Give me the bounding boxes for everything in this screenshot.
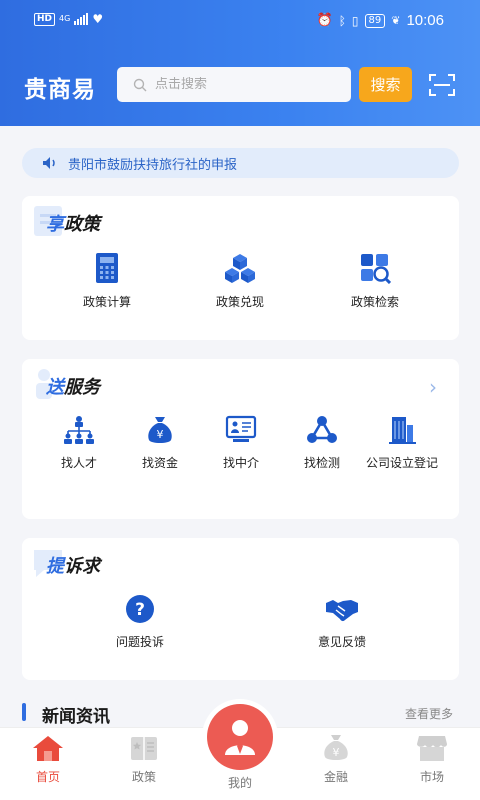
search-box[interactable]: [117, 67, 351, 102]
search-icon: [133, 78, 147, 91]
appeal-title: 提诉求: [46, 556, 100, 577]
home-icon: [33, 736, 63, 761]
appeal-card: 提诉求 ? 问题投诉 意见反馈: [22, 538, 459, 680]
search-input[interactable]: [155, 77, 335, 92]
tab-mine-label: 我的: [227, 776, 252, 790]
company-registration-button[interactable]: 公司设立登记: [362, 415, 442, 472]
tab-mine[interactable]: [207, 704, 273, 770]
building-icon: [389, 417, 416, 444]
money-bag-tab-icon: ¥: [324, 735, 348, 760]
app-brand: 贵商易: [24, 77, 96, 103]
signal-icon: [74, 13, 89, 25]
hd-icon: HD: [34, 12, 56, 26]
tab-finance[interactable]: ¥ 金融: [306, 734, 366, 785]
alarm-icon: ⏰: [316, 13, 333, 28]
book-icon: [131, 737, 157, 760]
bluetooth-icon: ᛒ: [338, 13, 346, 28]
leaf-icon: ❦: [391, 14, 401, 27]
speaker-icon: [43, 157, 55, 169]
network-type: 4G: [59, 14, 71, 23]
battery-level: 89: [364, 13, 386, 28]
news-title: 新闻资讯: [42, 707, 110, 727]
user-icon: [225, 720, 255, 755]
org-chart-icon: [64, 416, 94, 444]
feedback-button[interactable]: 意见反馈: [302, 594, 382, 651]
policy-search-icon: [361, 254, 391, 284]
policy-redeem-button[interactable]: 政策兑现: [200, 252, 280, 311]
money-bag-icon: ¥: [148, 417, 172, 443]
find-funding-button[interactable]: ¥ 找资金: [125, 415, 195, 472]
notice-bar[interactable]: 贵阳市鼓励扶持旅行社的申报: [22, 148, 459, 178]
svg-text:?: ?: [135, 600, 145, 620]
policy-card: 享政策 政策计算 政策兑现 政策检索: [22, 196, 459, 340]
handshake-icon: [326, 600, 358, 622]
policy-title: 享政策: [46, 214, 100, 235]
service-card: 送服务 › 找人才 ¥ 找资金 找中介 找检测 公司设立登记: [22, 359, 459, 519]
question-icon: ?: [126, 595, 154, 623]
heart-icon: ♥: [92, 12, 104, 26]
find-testing-button[interactable]: 找检测: [287, 415, 357, 472]
network-nodes-icon: [307, 416, 337, 443]
find-talent-button[interactable]: 找人才: [44, 415, 114, 472]
tab-policy[interactable]: 政策: [114, 734, 174, 785]
svg-text:¥: ¥: [333, 746, 340, 759]
header: HD 4G ♥ ⏰ ᛒ ▯ 89 ❦ 10:06 贵商易 搜索: [0, 0, 480, 126]
clock: 10:06: [406, 12, 444, 29]
presentation-icon: [225, 415, 257, 442]
service-title: 送服务: [46, 377, 100, 398]
scan-icon[interactable]: [429, 74, 455, 96]
find-agency-button[interactable]: 找中介: [206, 415, 276, 472]
policy-calc-button[interactable]: 政策计算: [67, 252, 147, 311]
shop-icon: [417, 736, 447, 761]
status-bar: HD 4G ♥ ⏰ ᛒ ▯ 89 ❦ 10:06: [0, 10, 480, 34]
search-button[interactable]: 搜索: [359, 67, 412, 102]
news-more-link[interactable]: 查看更多: [405, 705, 453, 722]
vibrate-icon: ▯: [351, 13, 359, 28]
tab-home[interactable]: 首页: [18, 734, 78, 785]
news-accent-bar: [22, 703, 26, 721]
cubes-icon: [225, 254, 255, 283]
tab-market[interactable]: 市场: [402, 734, 462, 785]
complaint-button[interactable]: ? 问题投诉: [100, 594, 180, 651]
policy-search-button[interactable]: 政策检索: [335, 252, 415, 311]
notice-text: 贵阳市鼓励扶持旅行社的申报: [68, 157, 238, 173]
svg-text:¥: ¥: [157, 428, 164, 441]
calculator-icon: [96, 253, 118, 283]
chevron-right-icon[interactable]: ›: [429, 375, 437, 399]
